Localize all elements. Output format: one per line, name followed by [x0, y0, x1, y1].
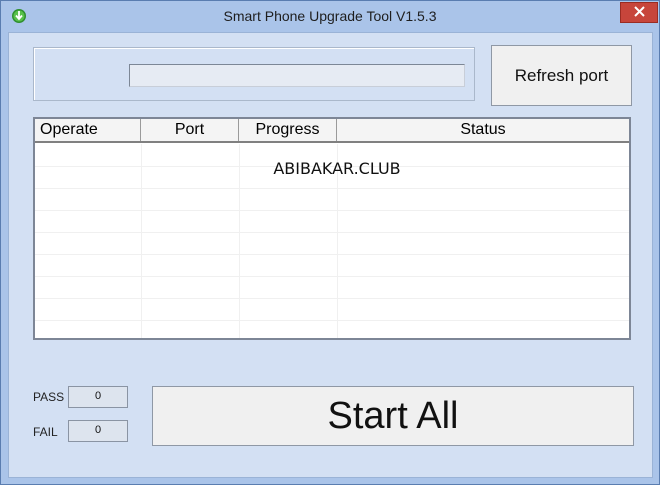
list-header: Operate Port Progress Status: [35, 119, 629, 143]
watermark-text: ABIBAKAR.CLUB: [273, 159, 401, 178]
app-window: Smart Phone Upgrade Tool V1.5.3 Refresh …: [0, 0, 660, 485]
progress-bar: [129, 64, 465, 87]
fail-label: FAIL: [33, 425, 58, 439]
close-icon: [633, 4, 645, 22]
column-header-operate[interactable]: Operate: [35, 119, 141, 141]
column-header-port[interactable]: Port: [141, 119, 239, 141]
refresh-port-button[interactable]: Refresh port: [491, 45, 632, 106]
client-area: Refresh port Operate Port Progress Statu…: [8, 32, 653, 478]
column-header-status[interactable]: Status: [337, 119, 629, 141]
fail-count: 0: [68, 420, 128, 442]
close-button[interactable]: [620, 2, 658, 23]
pass-count: 0: [68, 386, 128, 408]
title-bar[interactable]: Smart Phone Upgrade Tool V1.5.3: [1, 1, 659, 32]
port-progress-panel: [33, 47, 475, 101]
window-title: Smart Phone Upgrade Tool V1.5.3: [223, 8, 437, 24]
port-list[interactable]: Operate Port Progress Status ABIBAKAR.CL…: [33, 117, 631, 340]
column-header-progress[interactable]: Progress: [239, 119, 337, 141]
pass-label: PASS: [33, 390, 65, 404]
start-all-button[interactable]: Start All: [152, 386, 634, 446]
